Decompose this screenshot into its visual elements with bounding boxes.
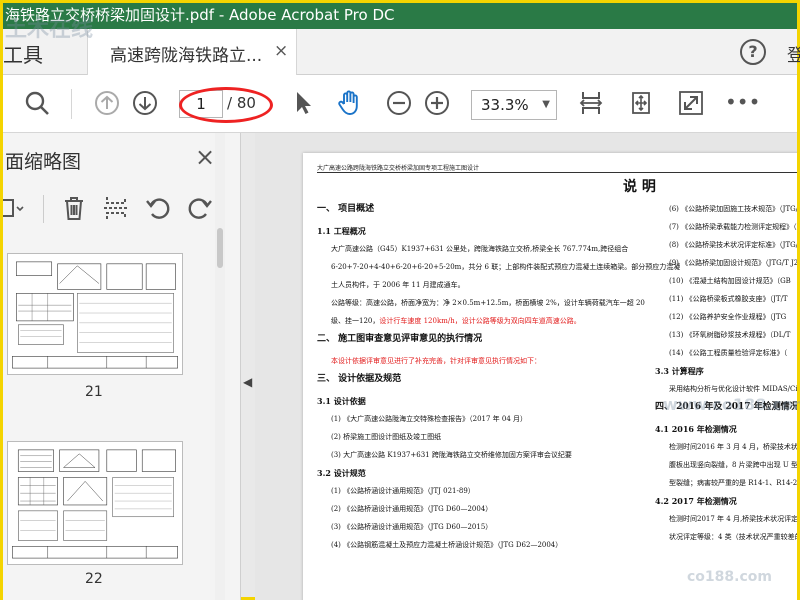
- page-thumbnail-21[interactable]: [7, 253, 183, 375]
- paragraph-line: (2) 《公路桥涵设计通用规范》（JTG D60—2004）: [331, 505, 493, 513]
- paragraph-line: (3) 大广高速公路 K1937+631 跨陇海铁路立交桥维修加固方案评审会议纪…: [331, 451, 572, 459]
- paragraph-line: (13) 《环氧树脂砂浆技术规程》（DL/T: [669, 331, 791, 339]
- search-icon[interactable]: [23, 89, 51, 117]
- header-rule: [317, 172, 797, 173]
- paragraph-line: (3) 《公路桥涵设计通用规范》（JTG D60—2015）: [331, 523, 493, 531]
- section-heading: 3.1 设计依据: [317, 396, 366, 406]
- main-toolbar: 1 / 80 33.3% ▼ •••: [3, 75, 797, 133]
- paragraph-line: (11) 《公路桥梁板式橡胶支座》（JT/T: [669, 295, 788, 303]
- paragraph-line: 级、挂一120，设计行车速度 120km/h，设计公路等级为双向四车道高速公路。: [331, 317, 581, 326]
- page-number-annotation-ellipse: [179, 87, 273, 123]
- paragraph-line: 土人员构件，于 2006 年 11 月建成通车。: [331, 281, 465, 289]
- login-button[interactable]: 登: [787, 41, 800, 66]
- paragraph-line: (4) 《公路钢筋混凝土及预应力混凝土桥涵设计规范》（JTG D62—2004）: [331, 541, 563, 549]
- page-header: 大广高速公路跨陇海铁路立交桥桥梁加固专项工程施工图设计: [317, 165, 480, 172]
- chevron-down-icon: ▼: [542, 99, 550, 110]
- paragraph-line: (10) 《混凝土结构加固设计规范》（GB: [669, 277, 791, 285]
- paragraph-line: 本设计依据评审意见进行了补充完善，针对评审意见执行情况如下：: [331, 357, 541, 365]
- paragraph-line: (12) 《公路养护安全作业规程》（JTG: [669, 313, 787, 321]
- paragraph-text: 级、挂一120，: [331, 317, 380, 325]
- hand-icon[interactable]: [335, 89, 363, 117]
- prev-page-icon[interactable]: [93, 89, 121, 117]
- paragraph-line: 状况评定等级：4 类（技术状况严重较差的结构: [669, 533, 797, 541]
- paragraph-line: (14) 《公路工程质量检验评定标准》（: [669, 349, 788, 357]
- thumbnail-page-number: 22: [85, 571, 103, 587]
- highlighted-text: 设计行车速度 120km/h，设计公路等级为双向四车道高速公路。: [379, 317, 581, 325]
- split-page-icon[interactable]: [101, 193, 131, 223]
- paragraph-line: (7) 《公路桥梁承载能力检测评定规程》（: [669, 223, 797, 231]
- paragraph-line: 检测时间2016 年 3 月 4 月，桥梁技术状况评: [669, 443, 797, 451]
- page-thumbnail-22[interactable]: [7, 441, 183, 565]
- paragraph-line: 检测时间2017 年 4 月,桥梁技术状况评定等: [669, 515, 797, 523]
- close-panel-icon[interactable]: ×: [195, 143, 215, 171]
- tab-bar: 工具 高速跨陇海铁路立... × ? 登: [3, 29, 800, 75]
- thumbnail-toolbar-divider: [43, 195, 44, 223]
- zoom-value: 33.3%: [481, 96, 529, 114]
- zoom-in-icon[interactable]: [423, 89, 451, 117]
- page-thumbnails-panel: 面缩略图 × 21 22: [0, 133, 241, 600]
- window-title-bar: 海铁路立交桥桥梁加固设计.pdf - Adobe Acrobat Pro DC: [3, 3, 797, 29]
- paragraph-line: (9) 《公路桥梁加固设计规范》（JTG/T J2: [669, 259, 797, 267]
- select-arrow-icon[interactable]: [289, 89, 317, 117]
- pdf-page: 大广高速公路跨陇海铁路立交桥桥梁加固专项工程施工图设计 说 明 一、 项目概述 1…: [303, 153, 797, 600]
- toolbar-divider: [71, 89, 72, 119]
- document-tab[interactable]: 高速跨陇海铁路立... ×: [87, 29, 297, 75]
- section-heading: 二、 施工图审查意见评审意见的执行情况: [317, 334, 483, 344]
- thumbnail-scrollbar-thumb[interactable]: [217, 228, 223, 268]
- section-heading: 一、 项目概述: [317, 204, 375, 214]
- section-heading: 1.1 工程概况: [317, 226, 366, 236]
- section-heading: 4.2 2017 年检测情况: [655, 496, 737, 506]
- section-heading: 三、 设计依据及规范: [317, 374, 402, 384]
- paragraph-line: (1) 《大广高速公路陇海立交特殊检查报告》（2017 年 04 月）: [331, 415, 528, 423]
- fit-page-icon[interactable]: [627, 89, 655, 117]
- rotate-ccw-icon[interactable]: [143, 193, 173, 223]
- paragraph-line: (6) 《公路桥梁加固施工技术规范》（JTG/: [669, 205, 797, 213]
- section-heading: 3.2 设计规范: [317, 468, 366, 478]
- thumbnail-scrollbar[interactable]: [215, 133, 225, 600]
- more-icon[interactable]: •••: [725, 89, 760, 117]
- next-page-icon[interactable]: [131, 89, 159, 117]
- paragraph-line: (1) 《公路桥涵设计通用规范》（JTJ 021-89）: [331, 487, 475, 495]
- document-view[interactable]: 大广高速公路跨陇海铁路立交桥桥梁加固专项工程施工图设计 说 明 一、 项目概述 1…: [255, 133, 797, 600]
- paragraph-line: 6-20+7-20+4-40+6-20+6-20+5-20m，共分 6 联；上部…: [331, 263, 681, 271]
- section-heading: 4.1 2016 年检测情况: [655, 424, 737, 434]
- paragraph-line: (8) 《公路桥梁技术状况评定标准》（JTG/: [669, 241, 797, 249]
- rotate-cw-icon[interactable]: [185, 193, 215, 223]
- collapse-panel-icon[interactable]: ◀: [243, 375, 252, 389]
- paragraph-line: 腹板出现竖向裂缝，8 片梁跨中出现 U 型裂缝: [669, 461, 797, 469]
- watermark-url: www.co188.com: [663, 395, 800, 414]
- paragraph-line: 型裂缝；病害较严重的是 R14-1、R14-2、R14-: [669, 479, 797, 487]
- close-tab-icon[interactable]: ×: [274, 41, 288, 61]
- section-heading: 3.3 计算程序: [655, 366, 704, 376]
- thumbnail-page-number: 21: [85, 384, 103, 400]
- zoom-select[interactable]: 33.3% ▼: [471, 90, 557, 120]
- thumbnail-toolbar: [0, 193, 241, 227]
- trash-icon[interactable]: [59, 193, 89, 223]
- document-tab-label: 高速跨陇海铁路立...: [110, 46, 263, 66]
- paragraph-line: 公路等级：高速公路，桥面净宽为：净 2×0.5m+12.5m，桥面横坡 2%，设…: [331, 299, 645, 307]
- tools-tab[interactable]: 工具: [3, 39, 43, 68]
- help-icon[interactable]: ?: [740, 39, 766, 65]
- panel-title: 面缩略图: [5, 151, 82, 173]
- zoom-out-icon[interactable]: [385, 89, 413, 117]
- paragraph-line: 大广高速公路（G45）K1937+631 公里处，跨陇海铁路立交桥,桥梁全长 7…: [331, 245, 629, 253]
- watermark-url-bottom: co188.com: [687, 569, 772, 585]
- paragraph-line: (2) 桥梁施工图设计图纸及竣工图纸: [331, 433, 442, 441]
- thumbnail-options-icon[interactable]: [0, 193, 33, 223]
- fit-width-icon[interactable]: [577, 89, 605, 117]
- document-title: 说 明: [623, 179, 656, 195]
- watermark-logo: 土木在线: [5, 17, 94, 42]
- fullscreen-icon[interactable]: [677, 89, 705, 117]
- paragraph-line: 采用结构分析与优化设计软件 MIDAS/Civil: [669, 385, 797, 393]
